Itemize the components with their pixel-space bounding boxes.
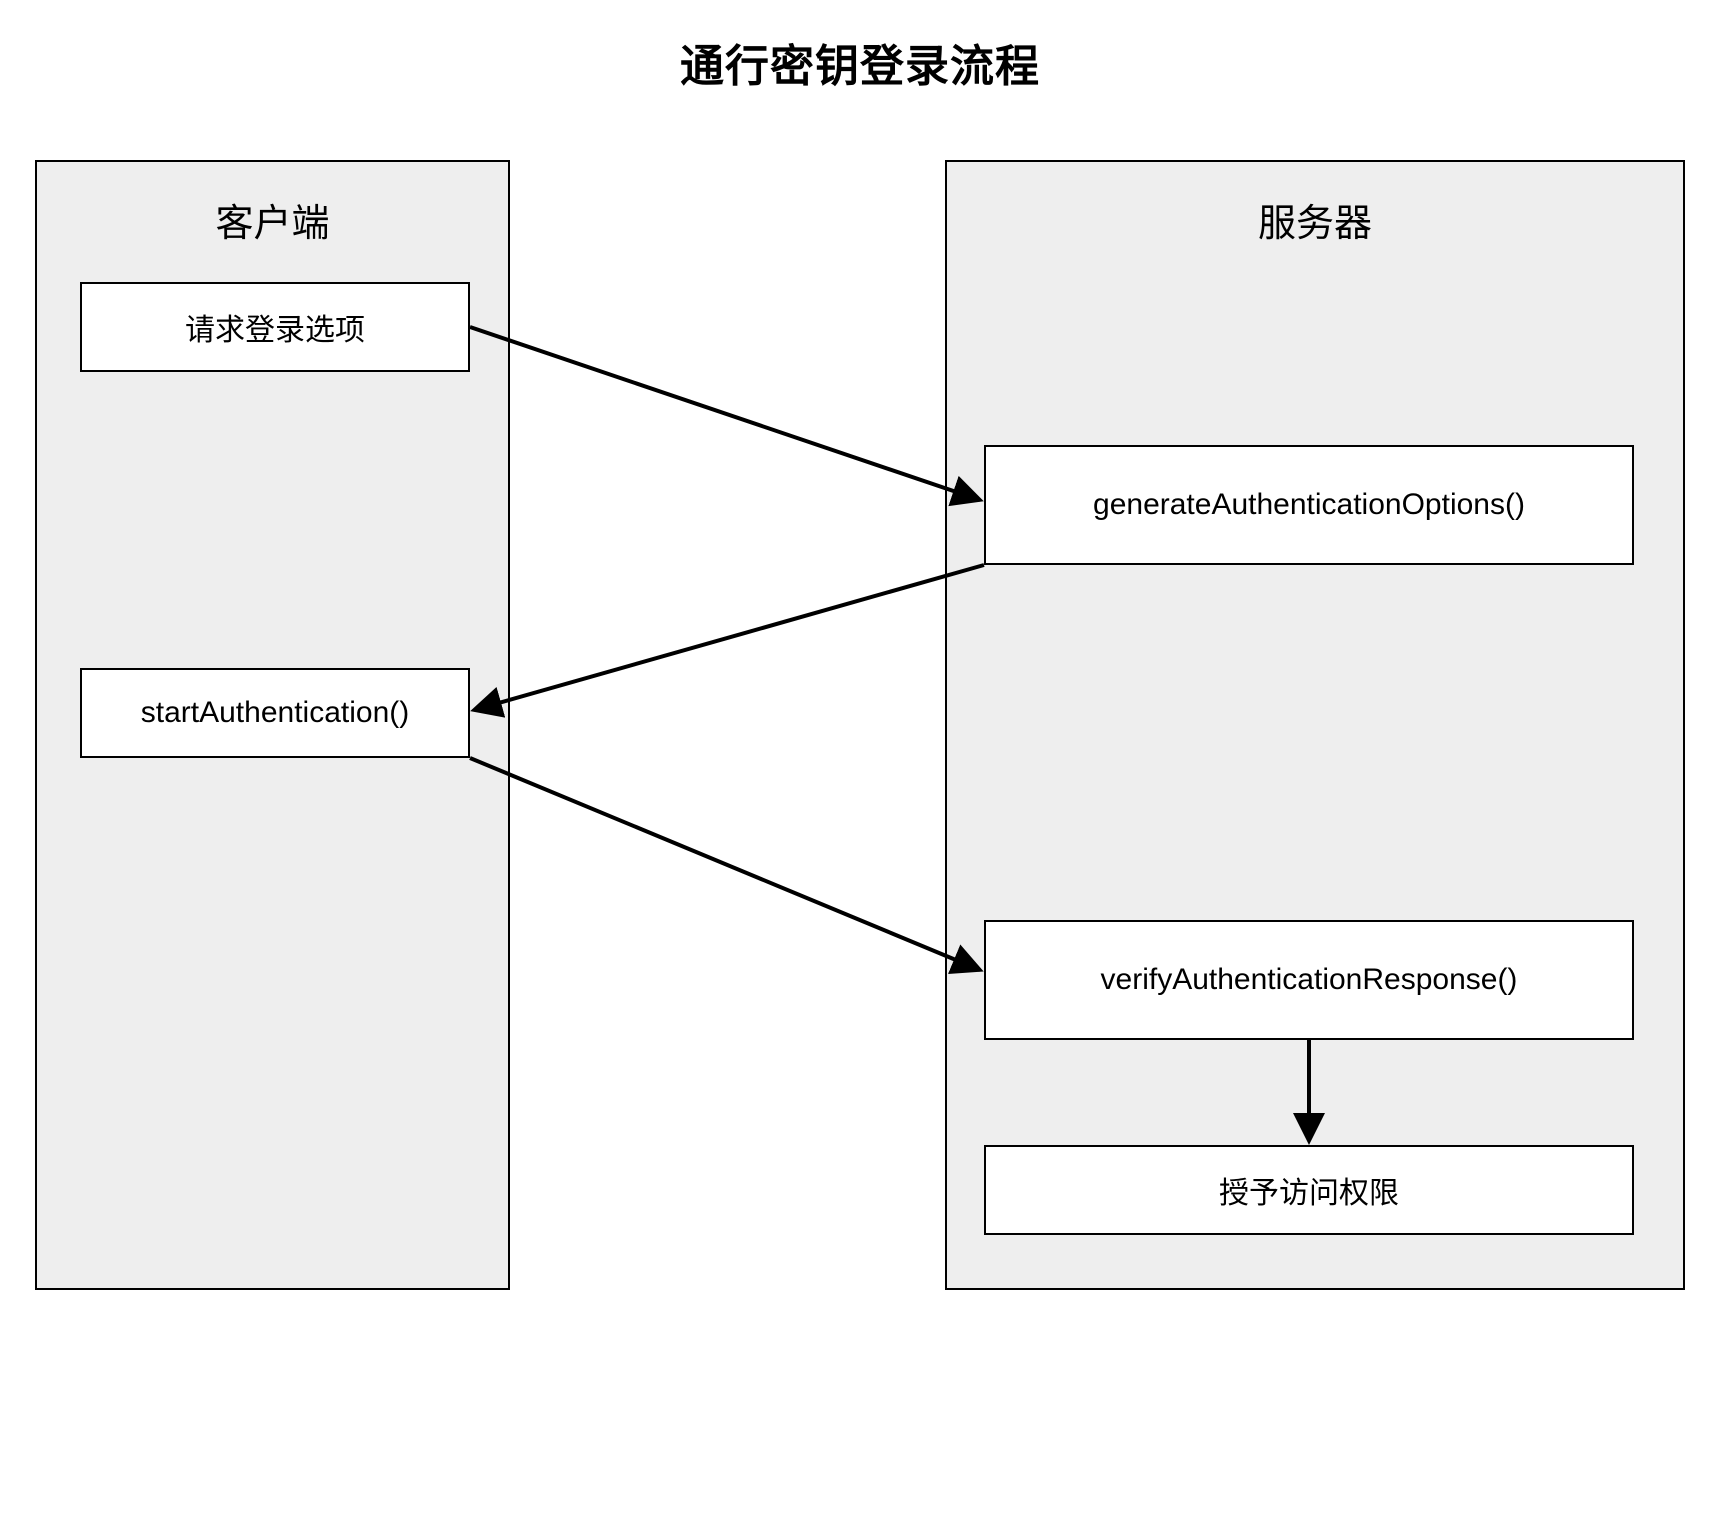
lane-client-header: 客户端	[37, 192, 508, 247]
node-request-login-options: 请求登录选项	[80, 282, 470, 372]
arrow-request-to-generate	[470, 327, 980, 500]
diagram-title: 通行密钥登录流程	[0, 30, 1720, 94]
node-generate-authentication-options: generateAuthenticationOptions()	[984, 445, 1634, 565]
lane-server: 服务器	[945, 160, 1685, 1290]
arrow-start-to-verify	[470, 758, 980, 970]
node-grant-access: 授予访问权限	[984, 1145, 1634, 1235]
node-start-authentication: startAuthentication()	[80, 668, 470, 758]
diagram-canvas: 通行密钥登录流程 客户端 服务器 请求登录选项 generateAuthenti…	[0, 0, 1720, 1538]
lane-server-header: 服务器	[947, 192, 1683, 247]
node-verify-authentication-response: verifyAuthenticationResponse()	[984, 920, 1634, 1040]
arrow-generate-to-start	[474, 565, 984, 710]
